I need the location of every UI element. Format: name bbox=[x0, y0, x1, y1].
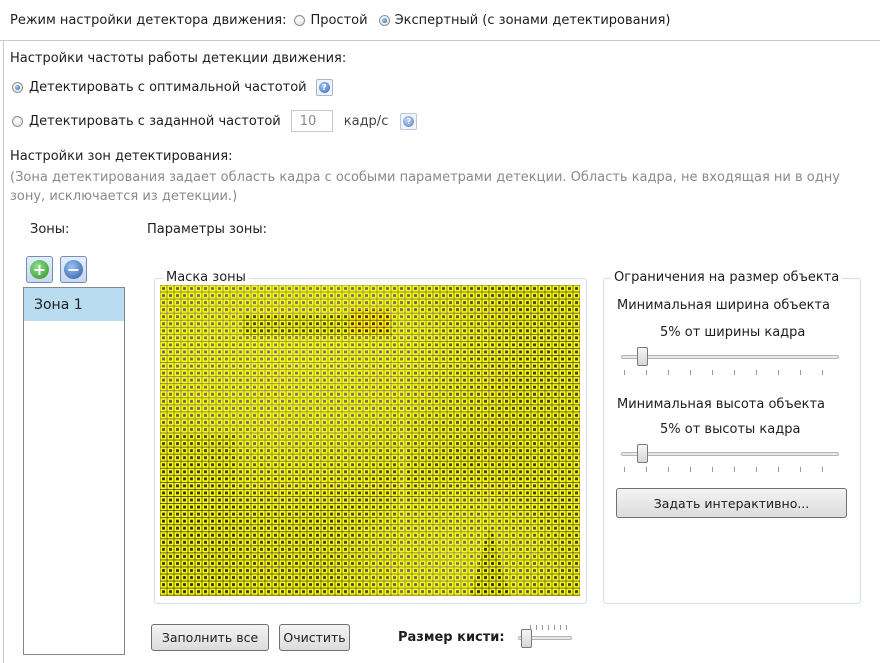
clear-button[interactable]: Очистить bbox=[279, 624, 350, 651]
plus-circle-icon: + bbox=[30, 260, 49, 279]
frequency-fps-unit: кадр/с bbox=[343, 113, 389, 129]
min-height-value: 5% от высоты кадра bbox=[660, 422, 801, 437]
frequency-optimal-row: Детектировать с оптимальной частотой ? bbox=[12, 79, 333, 96]
min-height-slider[interactable] bbox=[621, 443, 839, 473]
min-width-value: 5% от ширины кадра bbox=[660, 325, 806, 340]
zones-label: Зоны: bbox=[30, 222, 70, 237]
slider-track bbox=[621, 355, 839, 359]
fill-all-button[interactable]: Заполнить все bbox=[151, 624, 269, 651]
frequency-optimal-radio[interactable] bbox=[12, 82, 23, 93]
frequency-title: Настройки частоты работы детекции движен… bbox=[10, 51, 347, 66]
brush-size-slider[interactable] bbox=[518, 625, 572, 651]
mode-label: Режим настройки детектора движения: bbox=[10, 13, 287, 28]
set-interactive-button[interactable]: Задать интерактивно... bbox=[616, 488, 847, 518]
min-height-label: Минимальная высота объекта bbox=[617, 397, 826, 412]
mask-title: Маска зоны bbox=[163, 270, 249, 285]
size-limits-title: Ограничения на размер объекта bbox=[611, 270, 843, 285]
slider-ticks bbox=[624, 467, 838, 472]
frequency-fixed-label[interactable]: Детектировать с заданной частотой bbox=[29, 114, 281, 129]
list-item[interactable]: Зона 1 bbox=[24, 288, 124, 321]
remove-zone-button[interactable]: − bbox=[60, 256, 87, 283]
camera-frame-image bbox=[160, 285, 580, 596]
min-width-label: Минимальная ширина объекта bbox=[617, 298, 830, 313]
mode-row: Режим настройки детектора движения: Прос… bbox=[10, 13, 670, 28]
slider-ticks bbox=[530, 625, 570, 630]
mode-expert-label[interactable]: Экспертный (с зонами детектирования) bbox=[395, 13, 671, 28]
slider-thumb[interactable] bbox=[637, 347, 648, 366]
frequency-fixed-row: Детектировать с заданной частотой 10 кад… bbox=[12, 110, 418, 132]
add-zone-button[interactable]: + bbox=[26, 256, 53, 283]
mode-bar: Режим настройки детектора движения: Прос… bbox=[0, 0, 880, 41]
slider-thumb[interactable] bbox=[637, 444, 648, 463]
frequency-fixed-radio[interactable] bbox=[12, 115, 23, 127]
left-divider bbox=[3, 40, 4, 663]
frequency-fps-input[interactable]: 10 bbox=[290, 110, 333, 132]
minus-circle-icon: − bbox=[64, 260, 83, 279]
help-icon[interactable]: ? bbox=[400, 112, 418, 130]
help-icon[interactable]: ? bbox=[315, 79, 333, 96]
slider-thumb[interactable] bbox=[521, 629, 532, 648]
zones-settings-title: Настройки зон детектирования: bbox=[10, 149, 233, 164]
slider-track bbox=[621, 452, 839, 456]
mode-expert-radio[interactable] bbox=[378, 15, 390, 26]
zones-list[interactable]: Зона 1 bbox=[23, 287, 125, 655]
frequency-optimal-label[interactable]: Детектировать с оптимальной частотой bbox=[29, 80, 307, 95]
mode-simple-label[interactable]: Простой bbox=[310, 13, 367, 28]
zone-params-label: Параметры зоны: bbox=[147, 222, 267, 237]
mask-canvas[interactable] bbox=[160, 285, 580, 596]
brush-size-label: Размер кисти: bbox=[398, 630, 505, 645]
zones-settings-description: (Зона детектирования задает область кадр… bbox=[10, 170, 840, 204]
slider-ticks bbox=[624, 370, 838, 375]
mode-simple-radio[interactable] bbox=[294, 15, 306, 26]
min-width-slider[interactable] bbox=[621, 346, 839, 376]
